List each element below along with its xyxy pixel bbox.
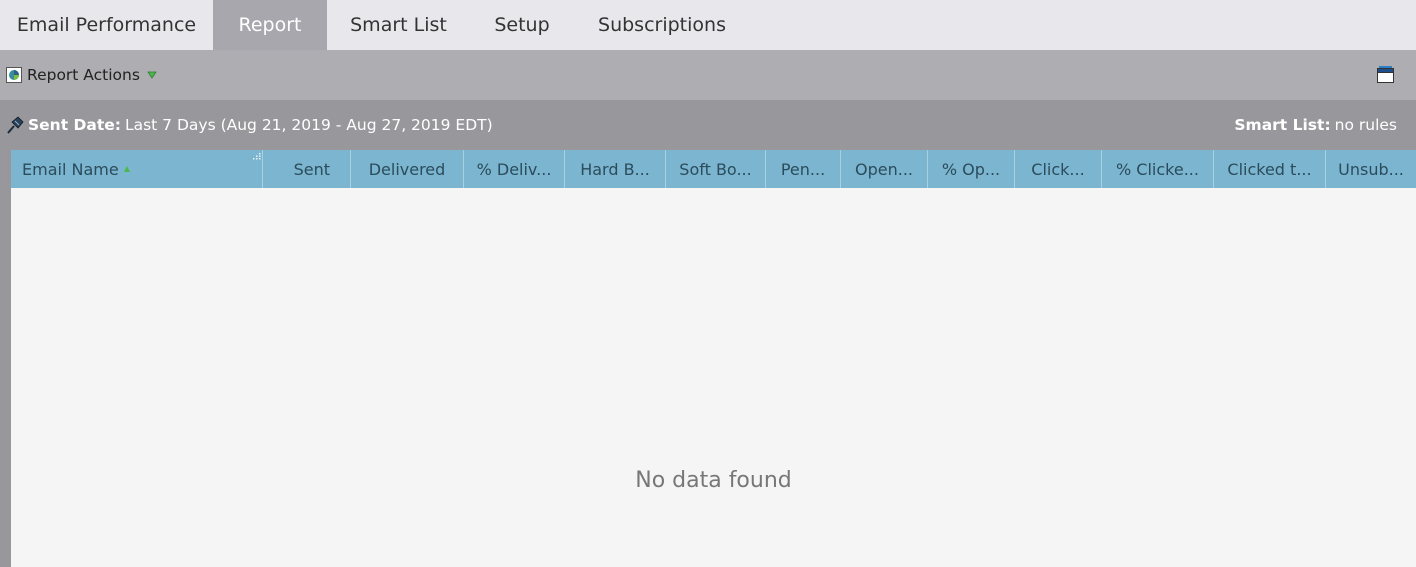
sent-date-filter[interactable]: Sent Date: Last 7 Days (Aug 21, 2019 - A… <box>6 115 493 135</box>
column-label: Delivered <box>368 159 446 179</box>
column-header-percent-opened[interactable]: % Op... <box>928 150 1015 188</box>
smart-list-value: no rules <box>1334 116 1397 134</box>
column-header-hard-bounced[interactable]: Hard B... <box>565 150 666 188</box>
column-header-clicked[interactable]: Click... <box>1015 150 1102 188</box>
column-label: Soft Bo... <box>679 159 752 179</box>
report-actions-button[interactable]: Report Actions <box>6 65 157 85</box>
grid-header: Email Name Sent Delivered % Deliv... Har… <box>11 150 1416 188</box>
column-header-soft-bounced[interactable]: Soft Bo... <box>666 150 766 188</box>
column-label: Open... <box>855 159 913 179</box>
tab-smart-list[interactable]: Smart List <box>327 0 470 50</box>
smart-list-filter[interactable]: Smart List: no rules <box>1234 115 1397 135</box>
report-icon <box>6 67 22 83</box>
empty-state-message: No data found <box>635 468 792 493</box>
column-label: % Op... <box>941 159 1001 179</box>
column-label: Unsub... <box>1338 159 1404 179</box>
column-label: Hard B... <box>580 159 650 179</box>
column-header-opened[interactable]: Open... <box>841 150 928 188</box>
sent-date-value: Last 7 Days (Aug 21, 2019 - Aug 27, 2019… <box>124 116 493 134</box>
tab-setup[interactable]: Setup <box>470 0 574 50</box>
column-label: Click... <box>1031 159 1085 179</box>
column-header-percent-clicked[interactable]: % Clicke... <box>1102 150 1214 188</box>
filter-pin-icon <box>7 116 24 134</box>
column-header-email-name[interactable]: Email Name <box>11 150 263 188</box>
window-icon[interactable] <box>1377 66 1394 84</box>
column-label: Clicked t... <box>1227 159 1312 179</box>
column-label: % Deliv... <box>476 159 552 179</box>
column-label: Sent <box>293 159 330 179</box>
column-header-unsubscribed[interactable]: Unsub... <box>1326 150 1416 188</box>
column-header-percent-delivered[interactable]: % Deliv... <box>464 150 565 188</box>
tab-subscriptions[interactable]: Subscriptions <box>574 0 750 50</box>
sent-date-label: Sent Date: <box>28 116 121 134</box>
caret-down-icon <box>147 71 157 79</box>
column-header-pending[interactable]: Pen... <box>766 150 841 188</box>
tab-email-performance[interactable]: Email Performance <box>0 0 213 50</box>
column-label: Email Name <box>22 159 119 179</box>
column-header-sent[interactable]: Sent <box>263 150 351 188</box>
report-actions-label: Report Actions <box>27 66 140 84</box>
filter-bar: Sent Date: Last 7 Days (Aug 21, 2019 - A… <box>0 100 1416 150</box>
column-label: % Clicke... <box>1116 159 1199 179</box>
column-label: Pen... <box>780 159 826 179</box>
grid-left-border <box>0 150 11 567</box>
tab-report[interactable]: Report <box>213 0 327 50</box>
column-header-clicked-to-open[interactable]: Clicked t... <box>1214 150 1326 188</box>
grid-body: No data found <box>11 188 1416 567</box>
column-resize-grip-icon[interactable] <box>252 152 262 162</box>
toolbar: Report Actions <box>0 50 1416 100</box>
sort-ascending-icon <box>123 166 130 172</box>
tab-bar: Email Performance Report Smart List Setu… <box>0 0 1416 50</box>
column-header-delivered[interactable]: Delivered <box>351 150 464 188</box>
smart-list-label: Smart List: <box>1234 116 1331 134</box>
